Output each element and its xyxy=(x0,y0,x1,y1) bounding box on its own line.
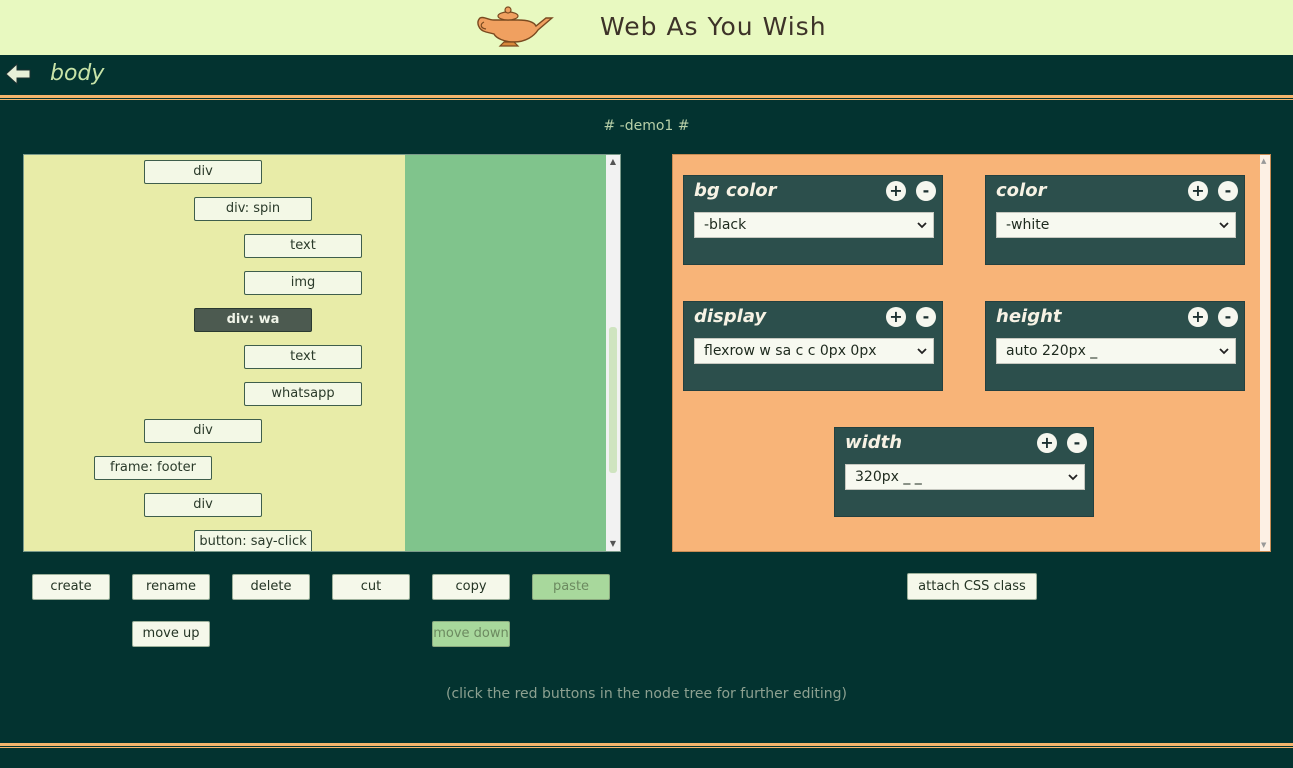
chevron-down-icon xyxy=(917,222,927,229)
current-node-title: body xyxy=(50,61,105,86)
tree-node[interactable]: img xyxy=(244,271,362,295)
app-header: Web As You Wish xyxy=(0,0,1293,55)
chevron-down-icon xyxy=(1219,348,1229,355)
card-title: height xyxy=(996,306,1062,327)
scroll-up-icon[interactable]: ▲ xyxy=(1261,157,1266,165)
tree-node[interactable]: text xyxy=(244,345,362,369)
css-card-height: height + - auto 220px _ xyxy=(985,301,1245,391)
divider xyxy=(0,95,1293,98)
css-properties-panel: bg color + - -black color + - -white dis… xyxy=(672,154,1271,552)
tree-node[interactable]: frame: footer xyxy=(94,456,212,480)
rename-button[interactable]: rename xyxy=(132,574,210,600)
plus-icon[interactable]: + xyxy=(1037,433,1057,453)
css-card-bg-color: bg color + - -black xyxy=(683,175,943,265)
node-navbar: body xyxy=(0,55,1293,93)
attach-css-class-button[interactable]: attach CSS class xyxy=(907,573,1037,600)
node-tree-panel: div div: spin text img div: wa text what… xyxy=(23,154,621,552)
minus-icon[interactable]: - xyxy=(1218,181,1238,201)
magic-lamp-icon xyxy=(477,6,554,47)
tree-node[interactable]: text xyxy=(244,234,362,258)
width-select[interactable]: 320px _ _ xyxy=(845,464,1085,490)
hint-text: (click the red buttons in the node tree … xyxy=(445,686,847,702)
minus-icon[interactable]: - xyxy=(1067,433,1087,453)
minus-icon[interactable]: - xyxy=(1218,307,1238,327)
cut-button[interactable]: cut xyxy=(332,574,410,600)
tree-node[interactable]: div xyxy=(144,160,262,184)
create-button[interactable]: create xyxy=(32,574,110,600)
scroll-thumb[interactable] xyxy=(609,327,617,473)
scroll-up-icon[interactable]: ▲ xyxy=(606,155,620,169)
tree-side-panel xyxy=(405,155,620,551)
card-title: bg color xyxy=(694,180,777,201)
tree-node[interactable]: button: say-click xyxy=(194,530,312,551)
copy-button[interactable]: copy xyxy=(432,574,510,600)
plus-icon[interactable]: + xyxy=(886,181,906,201)
select-value: -white xyxy=(1006,217,1050,233)
delete-button[interactable]: delete xyxy=(232,574,310,600)
select-value: 320px _ _ xyxy=(855,469,922,485)
move-down-button[interactable]: move down xyxy=(432,621,510,647)
move-up-button[interactable]: move up xyxy=(132,621,210,647)
tree-scrollbar[interactable]: ▲ ▼ xyxy=(606,155,620,551)
select-value: -black xyxy=(704,217,747,233)
scroll-down-icon[interactable]: ▼ xyxy=(606,537,620,551)
tree-node[interactable]: whatsapp xyxy=(244,382,362,406)
minus-icon[interactable]: - xyxy=(916,181,936,201)
tree-node[interactable]: div xyxy=(144,419,262,443)
minus-icon[interactable]: - xyxy=(916,307,936,327)
select-value: flexrow w sa c c 0px 0px xyxy=(704,343,877,359)
css-card-display: display + - flexrow w sa c c 0px 0px xyxy=(683,301,943,391)
display-select[interactable]: flexrow w sa c c 0px 0px xyxy=(694,338,934,364)
tree-node[interactable]: div: spin xyxy=(194,197,312,221)
chevron-down-icon xyxy=(1219,222,1229,229)
divider xyxy=(0,747,1293,748)
card-title: display xyxy=(694,306,767,327)
height-select[interactable]: auto 220px _ xyxy=(996,338,1236,364)
plus-icon[interactable]: + xyxy=(1188,181,1208,201)
chevron-down-icon xyxy=(917,348,927,355)
scroll-down-icon[interactable]: ▼ xyxy=(1261,541,1266,549)
divider xyxy=(0,743,1293,746)
bg-color-select[interactable]: -black xyxy=(694,212,934,238)
demo-label: # -demo1 # xyxy=(603,118,690,134)
tree-node-selected[interactable]: div: wa xyxy=(194,308,312,332)
divider xyxy=(0,99,1293,100)
app-title: Web As You Wish xyxy=(600,12,827,41)
css-card-width: width + - 320px _ _ xyxy=(834,427,1094,517)
color-select[interactable]: -white xyxy=(996,212,1236,238)
select-value: auto 220px _ xyxy=(1006,343,1098,359)
plus-icon[interactable]: + xyxy=(886,307,906,327)
chevron-down-icon xyxy=(1068,474,1078,481)
back-arrow-icon[interactable] xyxy=(5,62,31,86)
plus-icon[interactable]: + xyxy=(1188,307,1208,327)
card-title: width xyxy=(845,432,903,453)
tree-node[interactable]: div xyxy=(144,493,262,517)
css-panel-scrollbar[interactable]: ▲ ▼ xyxy=(1260,155,1270,551)
paste-button[interactable]: paste xyxy=(532,574,610,600)
card-title: color xyxy=(996,180,1047,201)
css-card-color: color + - -white xyxy=(985,175,1245,265)
